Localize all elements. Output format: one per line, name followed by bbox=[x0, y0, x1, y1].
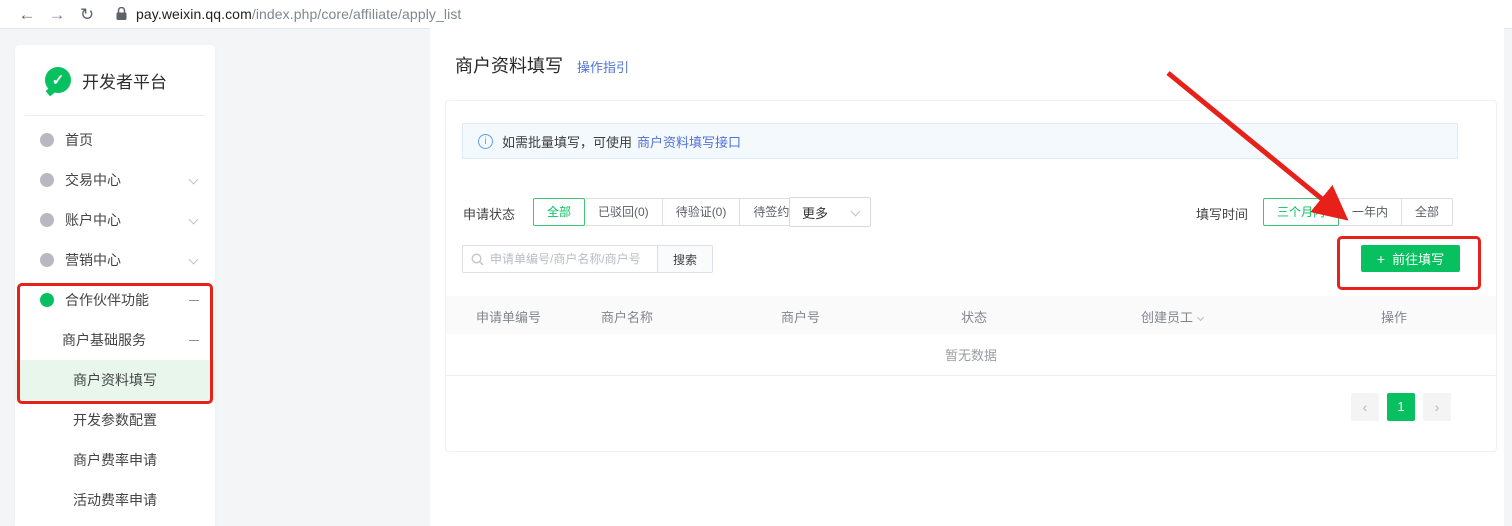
sidebar-item-label: 开发参数配置 bbox=[73, 410, 157, 430]
prev-page-icon[interactable]: ‹ bbox=[1351, 393, 1379, 421]
sidebar-item-dev-param-config[interactable]: 开发参数配置 bbox=[15, 400, 215, 440]
create-application-button[interactable]: + 前往填写 bbox=[1361, 245, 1460, 272]
browser-toolbar: ← → ↻ pay.weixin.qq.com/index.php/core/a… bbox=[0, 0, 1512, 29]
col-status: 状态 bbox=[961, 307, 987, 326]
sidebar-item-merchant-basic-services[interactable]: 商户基础服务 bbox=[15, 320, 215, 360]
sidebar-item-label: 活动费率申请 bbox=[73, 490, 157, 510]
time-filter-all[interactable]: 全部 bbox=[1401, 198, 1453, 226]
col-creator-label: 创建员工 bbox=[1141, 310, 1193, 325]
sidebar-item-label: 商户费率申请 bbox=[73, 450, 157, 470]
info-banner: i 如需批量填写，可使用 商户资料填写接口 bbox=[462, 123, 1458, 159]
sidebar-item-label: 首页 bbox=[65, 130, 93, 150]
status-more-dropdown[interactable]: 更多 bbox=[789, 197, 871, 227]
col-merchant-name: 商户名称 bbox=[601, 307, 653, 326]
status-filter-row: 申请状态 全部 已驳回(0) 待验证(0) 待签约(0) 更多 填写时间 三个月… bbox=[446, 197, 1496, 227]
chevron-down-icon bbox=[1197, 314, 1204, 321]
platform-title: 开发者平台 bbox=[82, 68, 167, 93]
menu-dot-icon bbox=[40, 293, 54, 307]
operation-guide-link[interactable]: 操作指引 bbox=[577, 57, 629, 76]
back-icon[interactable]: ← bbox=[12, 6, 42, 23]
chevron-down-icon bbox=[189, 175, 199, 185]
platform-logo: ✓ 开发者平台 bbox=[15, 45, 215, 115]
reload-icon[interactable]: ↻ bbox=[72, 6, 102, 23]
menu-dot-icon bbox=[40, 213, 54, 227]
menu-dot-icon bbox=[40, 253, 54, 267]
lock-icon bbox=[116, 7, 127, 21]
more-dropdown-label: 更多 bbox=[802, 203, 828, 222]
main-content: 商户资料填写 操作指引 i 如需批量填写，可使用 商户资料填写接口 申请状态 全… bbox=[430, 28, 1504, 526]
table-header-row: 申请单编号 商户名称 商户号 状态 创建员工 操作 bbox=[446, 296, 1496, 334]
page-header: 商户资料填写 操作指引 bbox=[455, 52, 629, 78]
menu-dot-icon bbox=[40, 173, 54, 187]
banner-text: 如需批量填写，可使用 bbox=[502, 132, 632, 151]
sidebar: ✓ 开发者平台 首页 交易中心 账户中心 营销中心 合作伙伴功能 bbox=[15, 45, 215, 526]
create-button-label: 前往填写 bbox=[1392, 249, 1444, 268]
forward-icon[interactable]: → bbox=[42, 6, 72, 23]
time-filter-group: 三个月内 一年内 全部 bbox=[1263, 198, 1453, 226]
sidebar-item-activity-rate-apply[interactable]: 活动费率申请 bbox=[15, 480, 215, 520]
sidebar-item-label: 账户中心 bbox=[65, 210, 121, 230]
chevron-down-icon bbox=[189, 215, 199, 225]
search-row: 搜索 + 前往填写 bbox=[446, 245, 1496, 273]
url-path: /index.php/core/affiliate/apply_list bbox=[252, 6, 462, 22]
search-box bbox=[462, 245, 658, 273]
pagination: ‹ 1 › bbox=[1343, 393, 1451, 421]
sidebar-item-label: 交易中心 bbox=[65, 170, 121, 190]
status-filter-label: 申请状态 bbox=[463, 204, 515, 223]
sidebar-item-partner-functions[interactable]: 合作伙伴功能 bbox=[15, 280, 215, 320]
sidebar-item-label: 合作伙伴功能 bbox=[65, 290, 149, 310]
sidebar-item-account-center[interactable]: 账户中心 bbox=[15, 200, 215, 240]
wechat-logo-icon: ✓ bbox=[45, 67, 71, 93]
time-filter-label: 填写时间 bbox=[1196, 204, 1248, 223]
col-merchant-id: 商户号 bbox=[781, 307, 820, 326]
url-domain: pay.weixin.qq.com bbox=[136, 6, 252, 22]
time-filter-1year[interactable]: 一年内 bbox=[1338, 198, 1402, 226]
collapse-minus-icon bbox=[189, 300, 199, 301]
sidebar-item-label: 商户基础服务 bbox=[62, 330, 146, 350]
search-icon bbox=[471, 253, 484, 266]
next-page-icon[interactable]: › bbox=[1423, 393, 1451, 421]
col-actions: 操作 bbox=[1381, 307, 1407, 326]
status-filter-group: 全部 已驳回(0) 待验证(0) 待签约(0) bbox=[533, 198, 818, 226]
sidebar-item-home[interactable]: 首页 bbox=[15, 120, 215, 160]
content-card: i 如需批量填写，可使用 商户资料填写接口 申请状态 全部 已驳回(0) 待验证… bbox=[445, 100, 1497, 452]
search-button[interactable]: 搜索 bbox=[657, 245, 713, 273]
status-filter-pending-verify[interactable]: 待验证(0) bbox=[662, 198, 741, 226]
search-input[interactable] bbox=[490, 252, 657, 266]
col-application-id: 申请单编号 bbox=[476, 307, 541, 326]
page-number-button[interactable]: 1 bbox=[1387, 393, 1415, 421]
address-bar[interactable]: pay.weixin.qq.com/index.php/core/affilia… bbox=[136, 6, 461, 22]
info-icon: i bbox=[478, 134, 493, 149]
sidebar-item-label: 营销中心 bbox=[65, 250, 121, 270]
time-filter-3months[interactable]: 三个月内 bbox=[1263, 198, 1339, 226]
sidebar-item-marketing-center[interactable]: 营销中心 bbox=[15, 240, 215, 280]
table-empty-state: 暂无数据 bbox=[446, 334, 1496, 376]
sidebar-item-trade-center[interactable]: 交易中心 bbox=[15, 160, 215, 200]
status-filter-all[interactable]: 全部 bbox=[533, 198, 585, 226]
sidebar-nav: 首页 交易中心 账户中心 营销中心 合作伙伴功能 商户基础服务 商户资料填写 bbox=[15, 116, 215, 520]
col-creator[interactable]: 创建员工 bbox=[1141, 307, 1203, 326]
menu-dot-icon bbox=[40, 133, 54, 147]
collapse-minus-icon bbox=[189, 340, 199, 341]
status-filter-rejected[interactable]: 已驳回(0) bbox=[584, 198, 663, 226]
sidebar-item-merchant-info-fill[interactable]: 商户资料填写 bbox=[15, 360, 215, 400]
batch-api-link[interactable]: 商户资料填写接口 bbox=[637, 132, 741, 151]
sidebar-item-label: 商户资料填写 bbox=[73, 370, 157, 390]
chevron-down-icon bbox=[189, 255, 199, 265]
page-title: 商户资料填写 bbox=[455, 52, 563, 78]
sidebar-item-merchant-rate-apply[interactable]: 商户费率申请 bbox=[15, 440, 215, 480]
chevron-down-icon bbox=[851, 207, 861, 217]
plus-icon: + bbox=[1377, 252, 1385, 266]
